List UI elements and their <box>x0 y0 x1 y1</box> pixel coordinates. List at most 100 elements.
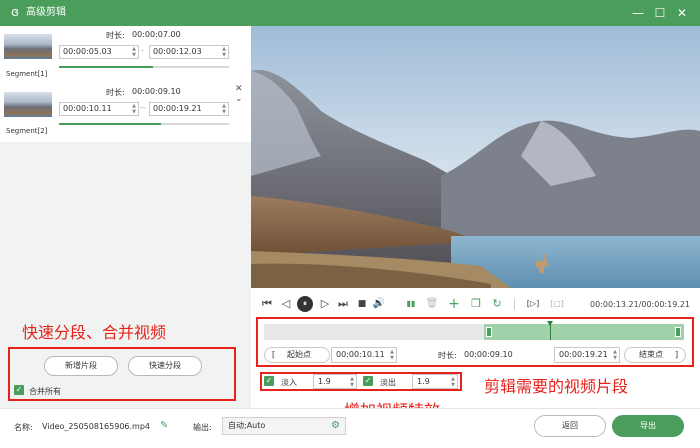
fade-in-input[interactable]: 1.9 ▲ ▼ <box>313 374 357 389</box>
start-bracket-icon: [ <box>272 350 276 359</box>
segment-duration-label: 时长: <box>106 31 125 40</box>
mark-in-icon[interactable]: [▷] <box>522 296 544 312</box>
toolbar-divider <box>514 299 515 310</box>
timeline-track[interactable] <box>264 321 684 340</box>
start-point-label: 起始点 <box>287 350 311 359</box>
playback-time: 00:00:13.21/00:00:19.21 <box>590 300 690 309</box>
end-time-input[interactable]: 00:00:19.21 ▲ ▼ <box>554 347 620 363</box>
fade-out-value: 1.9 <box>417 377 430 386</box>
timeline-selection[interactable] <box>484 324 684 340</box>
spinner-icon[interactable]: ▲ ▼ <box>222 46 226 58</box>
fade-out-label: 淡出 <box>380 378 396 387</box>
stop-icon[interactable]: ■ <box>355 296 369 312</box>
skip-end-icon[interactable]: ⏭ <box>336 296 350 312</box>
add-segment-button[interactable]: 新增片段 <box>44 356 118 376</box>
file-name-value: Video_250508165906.mp4 <box>42 422 150 431</box>
segment-progress-bar <box>59 66 229 68</box>
fade-in-checkbox[interactable]: ✓ <box>264 376 274 386</box>
segment-end-value: 00:00:12.03 <box>153 47 202 56</box>
segment-thumbnail <box>4 92 52 117</box>
title-bar: ɞ 高级剪辑 — ☐ ✕ <box>0 0 700 26</box>
split-icon[interactable]: ▮▮ <box>403 296 419 312</box>
remove-segment-icon[interactable]: ✕ <box>235 84 243 94</box>
delete-icon[interactable]: 🗑 <box>425 296 439 312</box>
merge-all-checkbox[interactable]: ✓ <box>14 385 24 395</box>
timeline-playhead[interactable] <box>546 321 553 340</box>
mark-out-icon[interactable]: [▢] <box>546 296 568 312</box>
close-window-icon[interactable]: ✕ <box>674 5 690 21</box>
segment-start-value: 00:00:05.03 <box>63 47 112 56</box>
add-icon[interactable]: + <box>447 296 461 312</box>
range-separator: - <box>141 46 144 55</box>
settings-gear-icon[interactable]: ⚙ <box>331 418 340 434</box>
annotation-clip-segment: 剪辑需要的视频片段 <box>484 377 629 396</box>
spinner-icon[interactable]: ▲ ▼ <box>132 46 136 58</box>
timeline-end-handle[interactable] <box>675 327 681 337</box>
back-button[interactable]: 返回 <box>534 415 606 437</box>
reset-icon[interactable]: ↻ <box>490 296 504 312</box>
skip-start-icon[interactable]: ⏮ <box>260 296 274 312</box>
segment-progress-bar <box>59 123 229 125</box>
segment-end-input[interactable]: 00:00:12.03 ▲ ▼ <box>149 45 229 59</box>
segment-duration: 00:00:07.00 <box>132 30 181 39</box>
segment-label: Segment[1] <box>6 70 48 78</box>
video-frame-image <box>251 26 700 288</box>
segment-start-input[interactable]: 00:00:10.11 ▲ ▼ <box>59 102 139 116</box>
output-select[interactable]: 自动;Auto ⚙ <box>222 417 346 435</box>
segment-duration-label: 时长: <box>106 88 125 97</box>
window-title: 高级剪辑 <box>26 7 66 18</box>
fade-out-input[interactable]: 1.9 ▲ ▼ <box>412 374 458 389</box>
segment-thumbnail <box>4 34 52 59</box>
quick-split-button[interactable]: 快速分段 <box>128 356 202 376</box>
trim-duration-label: 时长: <box>438 351 457 360</box>
volume-icon[interactable]: 🔊 <box>372 296 386 312</box>
file-name-label: 名称: <box>14 423 33 432</box>
merge-all-label: 合并所有 <box>29 387 61 396</box>
spinner-icon[interactable]: ▲ ▼ <box>451 376 455 388</box>
segment-end-value: 00:00:19.21 <box>153 104 202 113</box>
spinner-icon[interactable]: ▲ ▼ <box>350 376 354 388</box>
maximize-icon[interactable]: ☐ <box>652 5 668 21</box>
end-time-value: 00:00:19.21 <box>559 350 608 359</box>
step-forward-icon[interactable]: ▷ <box>318 296 332 312</box>
segment-duration: 00:00:09.10 <box>132 87 181 96</box>
edit-name-icon[interactable]: ✎ <box>160 420 168 431</box>
set-end-button[interactable]: 结束点 ] <box>624 347 686 363</box>
fade-in-value: 1.9 <box>318 377 331 386</box>
segment-label: Segment[2] <box>6 127 48 135</box>
output-label: 输出: <box>193 423 212 432</box>
end-bracket-icon: ] <box>675 350 679 359</box>
annotation-split-merge: 快速分段、合并视频 <box>22 323 167 342</box>
export-button[interactable]: 导出 <box>612 415 684 437</box>
app-logo-icon: ɞ <box>11 5 19 19</box>
video-preview[interactable] <box>251 26 700 288</box>
segment-item[interactable]: Segment[1] 时长: 00:00:07.00 00:00:05.03 ▲… <box>0 26 251 84</box>
fade-in-label: 淡入 <box>281 378 297 387</box>
segment-item[interactable]: Segment[2] 时长: 00:00:09.10 ✕ ⌄ 00:00:10.… <box>0 84 251 142</box>
chevron-down-icon[interactable]: ⌄ <box>235 94 243 104</box>
pause-button-icon[interactable]: ⏸ <box>297 296 313 312</box>
bottom-bar: 名称: Video_250508165906.mp4 ✎ 输出: 自动;Auto… <box>0 408 700 448</box>
minimize-icon[interactable]: — <box>630 5 646 21</box>
start-time-input[interactable]: 00:00:10.11 ▲ ▼ <box>331 347 397 363</box>
spinner-icon[interactable]: ▲ ▼ <box>222 103 226 115</box>
segment-progress-fill <box>59 66 153 68</box>
timeline-start-handle[interactable] <box>486 327 493 337</box>
start-time-value: 00:00:10.11 <box>336 350 385 359</box>
playhead-marker-icon <box>546 321 553 326</box>
segment-end-input[interactable]: 00:00:19.21 ▲ ▼ <box>149 102 229 116</box>
fade-out-checkbox[interactable]: ✓ <box>363 376 373 386</box>
trim-duration-value: 00:00:09.10 <box>464 350 513 359</box>
segment-progress-fill <box>59 123 161 125</box>
spinner-icon[interactable]: ▲ ▼ <box>613 349 617 361</box>
range-separator: -- <box>140 103 146 112</box>
step-back-icon[interactable]: ◁ <box>279 296 293 312</box>
output-value: 自动;Auto <box>228 421 266 430</box>
end-point-label: 结束点 <box>639 350 663 359</box>
set-start-button[interactable]: [ 起始点 <box>264 347 330 363</box>
copy-icon[interactable]: ❐ <box>469 296 483 312</box>
segment-start-input[interactable]: 00:00:05.03 ▲ ▼ <box>59 45 139 59</box>
segment-start-value: 00:00:10.11 <box>63 104 112 113</box>
spinner-icon[interactable]: ▲ ▼ <box>390 349 394 361</box>
spinner-icon[interactable]: ▲ ▼ <box>132 103 136 115</box>
